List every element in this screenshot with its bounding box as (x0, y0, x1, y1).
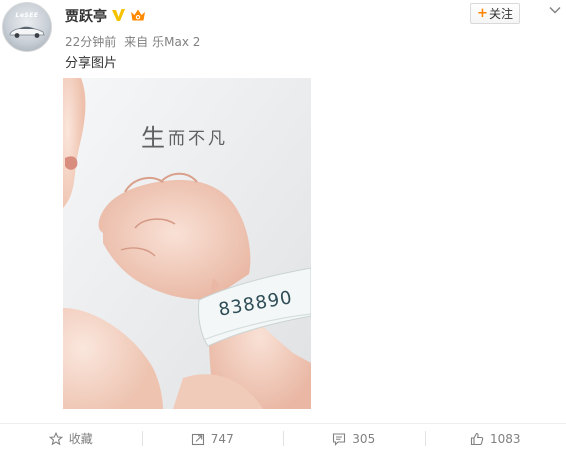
car-logo-icon (9, 26, 45, 38)
post-time[interactable]: 22分钟前 (65, 35, 116, 49)
post-meta: 22分钟前 来自 乐Max 2 (65, 33, 200, 50)
repost-icon (191, 433, 204, 445)
like-count: 1083 (489, 431, 521, 446)
follow-button[interactable]: + 关注 (470, 3, 520, 24)
favorite-button[interactable]: 收藏 (0, 424, 142, 453)
repost-button[interactable]: 747 (141, 424, 284, 453)
vip-crown-icon[interactable] (130, 8, 146, 22)
caption-rest: 而不凡 (168, 129, 228, 149)
source-prefix: 来自 (124, 35, 149, 49)
follow-button-label: 关注 (488, 7, 513, 21)
caption-first-char: 生 (141, 124, 168, 152)
thumbs-up-icon (470, 432, 484, 445)
star-icon (48, 431, 63, 445)
image-caption: 生而不凡 (141, 118, 228, 153)
avatar[interactable]: LeSEE (2, 2, 52, 52)
like-button[interactable]: 1083 (424, 424, 566, 453)
verified-v-icon (112, 9, 125, 21)
post-text: 分享图片 (65, 56, 118, 71)
comment-count: 305 (352, 431, 376, 446)
weibo-post-card: LeSEE 贾跃亭 + 关注 22分钟前 来自 乐Max 2 分享图片 生而不凡… (0, 0, 566, 453)
chevron-down-icon[interactable] (548, 4, 562, 16)
plus-icon: + (477, 6, 488, 21)
post-source-device[interactable]: 乐Max 2 (152, 35, 200, 49)
post-image[interactable]: 生而不凡 838890 (63, 78, 311, 409)
favorite-label: 收藏 (68, 432, 93, 446)
comment-icon (333, 432, 346, 446)
comment-button[interactable]: 305 (283, 424, 425, 453)
author-name[interactable]: 贾跃亭 (65, 6, 107, 26)
avatar-logo-text: LeSEE (15, 12, 39, 19)
repost-count: 747 (210, 431, 234, 446)
action-bar: 收藏 747 305 1083 (0, 424, 566, 453)
